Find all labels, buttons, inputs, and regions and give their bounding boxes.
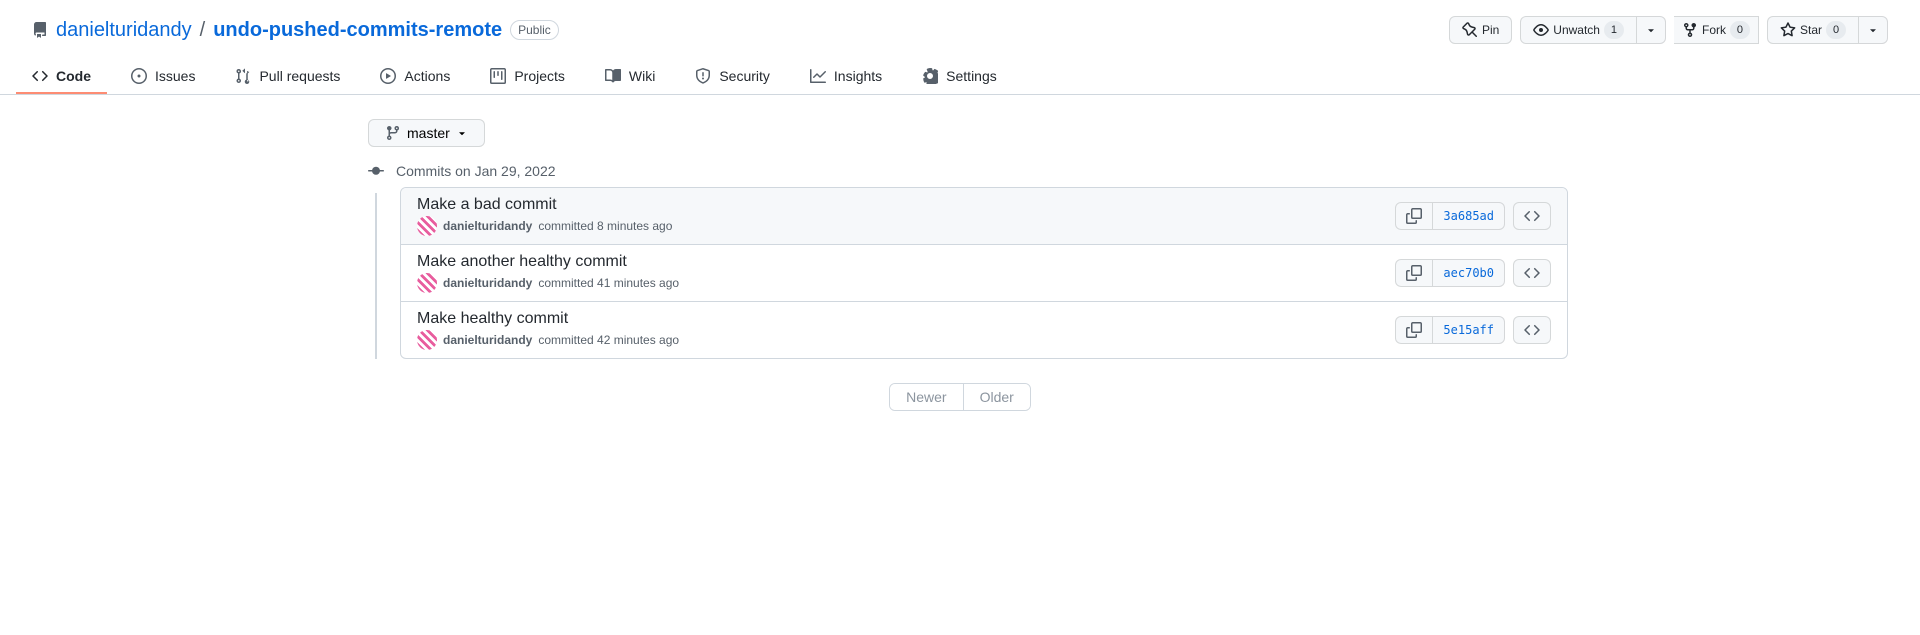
gear-icon bbox=[922, 68, 938, 84]
graph-icon bbox=[810, 68, 826, 84]
pin-icon bbox=[1462, 22, 1478, 38]
commit-author-link[interactable]: danielturidandy bbox=[443, 333, 532, 347]
branch-icon bbox=[385, 125, 401, 141]
watch-dropdown-button[interactable] bbox=[1637, 16, 1666, 44]
watch-count: 1 bbox=[1604, 21, 1624, 39]
repo-icon bbox=[32, 22, 48, 38]
fork-icon bbox=[1682, 22, 1698, 38]
star-count: 0 bbox=[1826, 21, 1846, 39]
repo-title: danielturidandy / undo-pushed-commits-re… bbox=[32, 19, 559, 42]
fork-button[interactable]: Fork 0 bbox=[1674, 16, 1759, 44]
separator: / bbox=[200, 19, 206, 42]
tab-security[interactable]: Security bbox=[679, 60, 786, 94]
fork-count: 0 bbox=[1730, 21, 1750, 39]
commit-time: committed 8 minutes ago bbox=[538, 219, 672, 233]
copy-icon bbox=[1406, 208, 1422, 224]
browse-code-button[interactable] bbox=[1513, 202, 1551, 230]
repo-link[interactable]: undo-pushed-commits-remote bbox=[213, 19, 502, 42]
owner-link[interactable]: danielturidandy bbox=[56, 19, 192, 42]
copy-sha-button[interactable] bbox=[1395, 316, 1433, 344]
tab-projects[interactable]: Projects bbox=[474, 60, 581, 94]
commit-time: committed 41 minutes ago bbox=[538, 276, 679, 290]
tab-pull-requests[interactable]: Pull requests bbox=[219, 60, 356, 94]
eye-icon bbox=[1533, 22, 1549, 38]
timeline-line bbox=[375, 193, 377, 359]
browse-code-button[interactable] bbox=[1513, 316, 1551, 344]
pin-label: Pin bbox=[1482, 20, 1499, 40]
commit-author-link[interactable]: danielturidandy bbox=[443, 219, 532, 233]
code-icon bbox=[32, 68, 48, 84]
tab-wiki-label: Wiki bbox=[629, 68, 655, 84]
code-icon bbox=[1524, 265, 1540, 281]
triangle-down-icon bbox=[1645, 24, 1657, 36]
newer-button[interactable]: Newer bbox=[890, 384, 963, 410]
commit-item: Make another healthy commit danielturida… bbox=[401, 245, 1567, 302]
copy-icon bbox=[1406, 265, 1422, 281]
commit-title-link[interactable]: Make healthy commit bbox=[417, 310, 568, 327]
star-label: Star bbox=[1800, 20, 1822, 40]
star-icon bbox=[1780, 22, 1796, 38]
commit-item: Make a bad commit danielturidandy commit… bbox=[401, 188, 1567, 245]
commits-date: Commits on Jan 29, 2022 bbox=[396, 163, 556, 179]
commit-time: committed 42 minutes ago bbox=[538, 333, 679, 347]
tab-pr-label: Pull requests bbox=[259, 68, 340, 84]
tab-issues-label: Issues bbox=[155, 68, 195, 84]
commit-item: Make healthy commit danielturidandy comm… bbox=[401, 302, 1567, 358]
branch-selector[interactable]: master bbox=[368, 119, 485, 147]
visibility-badge: Public bbox=[510, 20, 559, 40]
commit-author-link[interactable]: danielturidandy bbox=[443, 276, 532, 290]
triangle-down-icon bbox=[456, 127, 468, 139]
pull-request-icon bbox=[235, 68, 251, 84]
projects-icon bbox=[490, 68, 506, 84]
pin-button[interactable]: Pin bbox=[1449, 16, 1512, 44]
commits-list: Make a bad commit danielturidandy commit… bbox=[400, 187, 1568, 359]
tab-issues[interactable]: Issues bbox=[115, 60, 211, 94]
commit-icon bbox=[368, 163, 384, 179]
star-button[interactable]: Star 0 bbox=[1767, 16, 1859, 44]
tab-settings[interactable]: Settings bbox=[906, 60, 1013, 94]
avatar[interactable] bbox=[417, 273, 437, 293]
tab-wiki[interactable]: Wiki bbox=[589, 60, 671, 94]
unwatch-button[interactable]: Unwatch 1 bbox=[1520, 16, 1637, 44]
tab-insights-label: Insights bbox=[834, 68, 882, 84]
sha-button[interactable]: 3a685ad bbox=[1433, 202, 1505, 230]
repo-actions: Pin Unwatch 1 Fork 0 bbox=[1449, 16, 1888, 44]
tab-actions[interactable]: Actions bbox=[364, 60, 466, 94]
sha-button[interactable]: 5e15aff bbox=[1433, 316, 1505, 344]
sha-button[interactable]: aec70b0 bbox=[1433, 259, 1505, 287]
tab-insights[interactable]: Insights bbox=[794, 60, 898, 94]
avatar[interactable] bbox=[417, 330, 437, 350]
tab-security-label: Security bbox=[719, 68, 770, 84]
wiki-icon bbox=[605, 68, 621, 84]
fork-label: Fork bbox=[1702, 20, 1726, 40]
tab-actions-label: Actions bbox=[404, 68, 450, 84]
star-dropdown-button[interactable] bbox=[1859, 16, 1888, 44]
unwatch-label: Unwatch bbox=[1553, 20, 1600, 40]
repo-nav: Code Issues Pull requests Actions Projec… bbox=[0, 60, 1920, 95]
issues-icon bbox=[131, 68, 147, 84]
copy-icon bbox=[1406, 322, 1422, 338]
tab-settings-label: Settings bbox=[946, 68, 997, 84]
tab-code[interactable]: Code bbox=[16, 60, 107, 94]
triangle-down-icon bbox=[1867, 24, 1879, 36]
branch-label: master bbox=[407, 125, 450, 141]
commit-title-link[interactable]: Make a bad commit bbox=[417, 196, 557, 213]
browse-code-button[interactable] bbox=[1513, 259, 1551, 287]
copy-sha-button[interactable] bbox=[1395, 202, 1433, 230]
avatar[interactable] bbox=[417, 216, 437, 236]
code-icon bbox=[1524, 322, 1540, 338]
code-icon bbox=[1524, 208, 1540, 224]
older-button[interactable]: Older bbox=[964, 384, 1030, 410]
tab-projects-label: Projects bbox=[514, 68, 565, 84]
play-icon bbox=[380, 68, 396, 84]
commit-title-link[interactable]: Make another healthy commit bbox=[417, 253, 627, 270]
copy-sha-button[interactable] bbox=[1395, 259, 1433, 287]
tab-code-label: Code bbox=[56, 68, 91, 84]
pagination: Newer Older bbox=[352, 383, 1568, 411]
shield-icon bbox=[695, 68, 711, 84]
